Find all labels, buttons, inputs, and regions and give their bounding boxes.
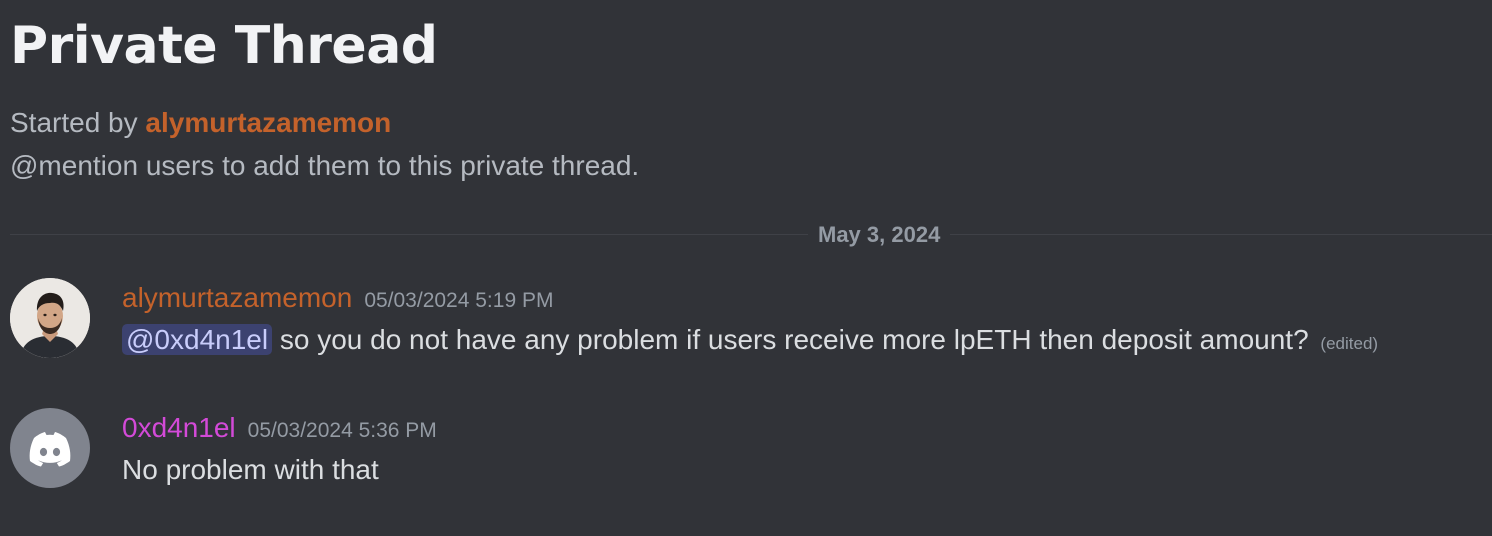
thread-hint: @mention users to add them to this priva… — [10, 150, 640, 181]
started-by-label: Started by — [10, 107, 146, 138]
discord-logo-avatar[interactable] — [10, 408, 90, 488]
edited-label: (edited) — [1320, 334, 1379, 353]
thread-started-by: Started by alymurtazamemon — [10, 104, 391, 142]
message-header: alymurtazamemon 05/03/2024 5:19 PM — [122, 280, 553, 316]
discord-logo-icon — [29, 432, 71, 467]
thread-author-link[interactable]: alymurtazamemon — [145, 107, 391, 138]
thread-view: Private Thread Started by alymurtazamemo… — [0, 0, 1492, 536]
date-divider-label: May 3, 2024 — [808, 220, 951, 250]
message-header: 0xd4n1el 05/03/2024 5:36 PM — [122, 410, 437, 446]
user-mention[interactable]: @0xd4n1el — [122, 324, 273, 355]
date-divider — [10, 234, 1492, 235]
message-timestamp: 05/03/2024 5:36 PM — [247, 419, 437, 442]
message: 0xd4n1el 05/03/2024 5:36 PM No problem wi… — [10, 408, 1492, 498]
message-username[interactable]: alymurtazamemon — [122, 282, 352, 313]
thread-title: Private Thread — [10, 16, 438, 76]
user-photo-avatar[interactable] — [10, 278, 90, 358]
message-content: No problem with that — [122, 450, 379, 490]
message-text: No problem with that — [122, 454, 379, 485]
message-username[interactable]: 0xd4n1el — [122, 412, 236, 443]
message-text: so you do not have any problem if users … — [272, 324, 1309, 355]
message-content: @0xd4n1el so you do not have any problem… — [122, 320, 1378, 364]
message-timestamp: 05/03/2024 5:19 PM — [364, 289, 554, 312]
message: alymurtazamemon 05/03/2024 5:19 PM @0xd4n… — [10, 278, 1492, 368]
avatar-photo-icon — [10, 278, 90, 358]
